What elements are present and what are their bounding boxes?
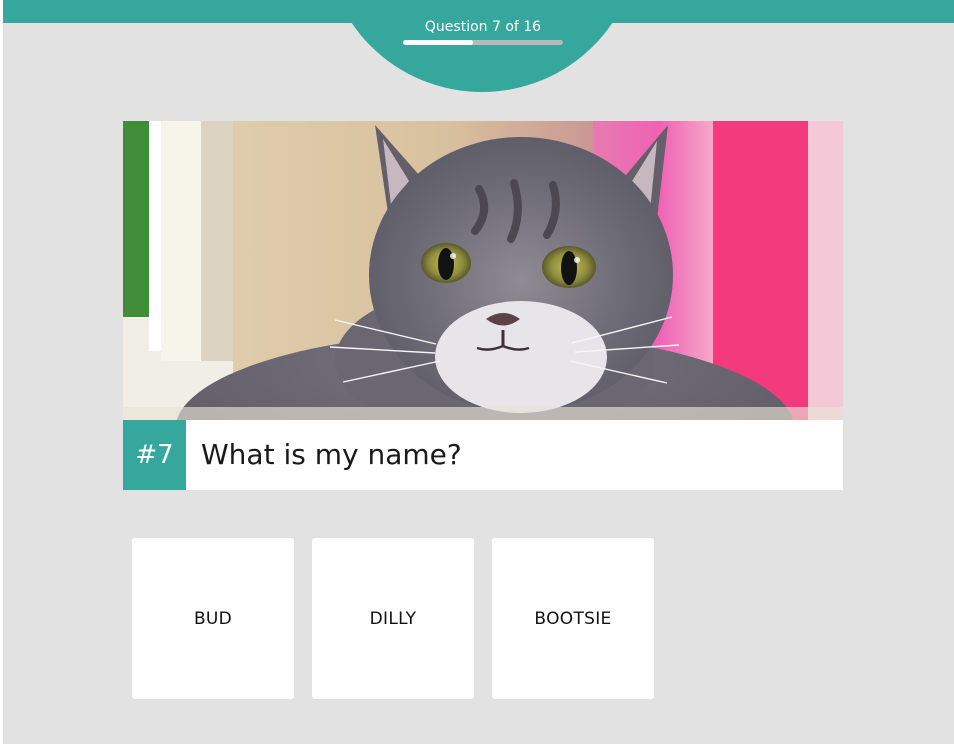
progress-dome bbox=[325, 0, 639, 92]
answer-label: BUD bbox=[193, 608, 233, 629]
answer-option-bud[interactable]: BUD bbox=[132, 538, 294, 699]
answer-option-dilly[interactable]: DILLY bbox=[312, 538, 474, 699]
answer-option-bootsie[interactable]: BOOTSIE bbox=[492, 538, 654, 699]
progress-bar-fill bbox=[403, 40, 473, 45]
question-number-badge: #7 bbox=[123, 420, 186, 490]
quiz-stage: Question 7 of 16 #7 What is my name? BUD… bbox=[3, 0, 954, 744]
question-text: What is my name? bbox=[201, 438, 462, 471]
answer-label: BOOTSIE bbox=[534, 608, 612, 629]
question-row: #7 What is my name? bbox=[123, 420, 843, 490]
quiz-page: Question 7 of 16 #7 What is my name? BUD… bbox=[0, 0, 954, 744]
question-image bbox=[123, 121, 843, 420]
question-card: #7 What is my name? bbox=[123, 121, 843, 490]
answer-label: DILLY bbox=[369, 608, 417, 629]
progress-bar bbox=[403, 40, 563, 45]
answer-options: BUD DILLY BOOTSIE bbox=[132, 538, 672, 699]
question-counter: Question 7 of 16 bbox=[424, 19, 542, 35]
